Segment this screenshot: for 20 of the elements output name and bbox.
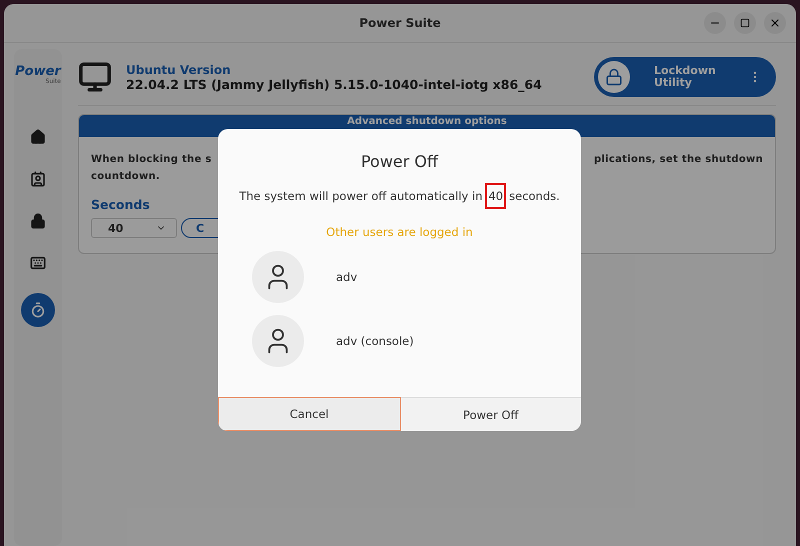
- user-name: adv: [336, 270, 358, 284]
- card-title: Advanced shutdown options: [347, 115, 507, 127]
- notice-text: Other users are logged in: [326, 225, 473, 239]
- seconds-label: Seconds: [91, 197, 151, 212]
- dialog-message: seconds.: [509, 189, 560, 203]
- window-title: Power Suite: [359, 16, 441, 30]
- description-text: When blocking the s: [91, 153, 213, 167]
- description-text: countdown.: [91, 170, 162, 184]
- description-text: plications, set the shutdown: [594, 153, 763, 167]
- lockdown-button[interactable]: Lockdown Utility: [594, 57, 776, 97]
- dialog-title: Power Off: [360, 152, 438, 171]
- user-name: adv (console): [336, 334, 414, 348]
- logo-title: Power: [15, 65, 61, 78]
- seconds-dropdown[interactable]: 40: [91, 218, 177, 238]
- dialog-message: The system will power off automatically in: [239, 189, 482, 203]
- countdown-number: 40: [485, 183, 506, 209]
- dialog-button[interactable]: Cancel: [218, 397, 400, 431]
- dialog-button[interactable]: Power Off: [400, 397, 581, 431]
- version-value: 22.04.2 LTS (Jammy Jellyfish) 5.15.0-1040-intel-iotg x86_64: [126, 76, 543, 92]
- version-label: Ubuntu Version: [126, 62, 232, 76]
